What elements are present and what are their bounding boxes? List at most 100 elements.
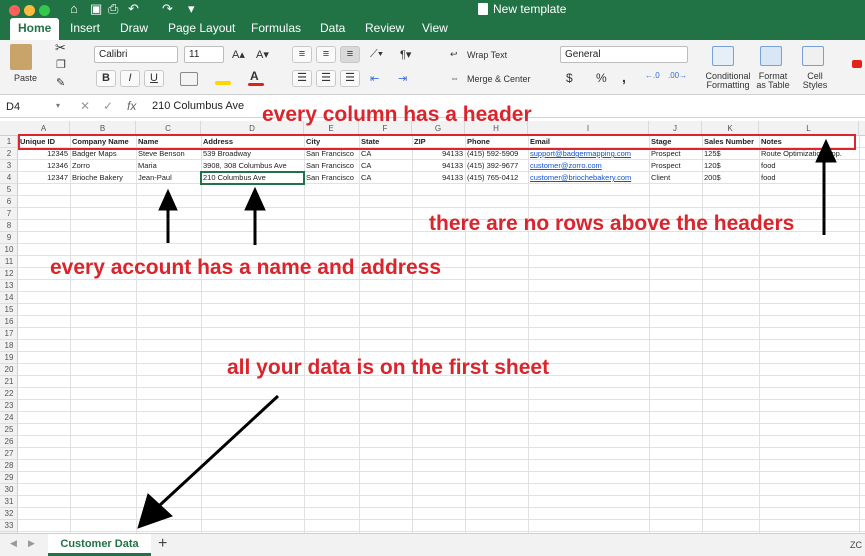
- font-name-select[interactable]: Calibri: [94, 46, 178, 63]
- row-header-29[interactable]: 29: [0, 472, 18, 484]
- table-cell[interactable]: CA: [359, 160, 412, 172]
- conditional-formatting-icon[interactable]: [712, 46, 734, 66]
- align-center-icon[interactable]: ☰: [316, 70, 336, 87]
- comma-button[interactable]: ,: [622, 69, 626, 85]
- formula-input[interactable]: 210 Columbus Ave: [152, 100, 244, 112]
- paste-icon[interactable]: [10, 44, 32, 70]
- row-header-11[interactable]: 11: [0, 256, 18, 268]
- row-header-9[interactable]: 9: [0, 232, 18, 244]
- row-header-23[interactable]: 23: [0, 400, 18, 412]
- wrap-text-button[interactable]: Wrap Text: [467, 50, 507, 60]
- row-header-14[interactable]: 14: [0, 292, 18, 304]
- copy-icon[interactable]: ❐: [56, 58, 66, 71]
- row-header-28[interactable]: 28: [0, 460, 18, 472]
- table-cell[interactable]: CA: [359, 172, 412, 184]
- row-header-6[interactable]: 6: [0, 196, 18, 208]
- row-header-17[interactable]: 17: [0, 328, 18, 340]
- row-header-2[interactable]: 2: [0, 148, 18, 160]
- tab-home[interactable]: Home: [10, 18, 60, 40]
- cell-styles-button[interactable]: Cell Styles: [801, 72, 829, 90]
- orientation-icon[interactable]: ⟋▾: [370, 48, 383, 61]
- row-header-13[interactable]: 13: [0, 280, 18, 292]
- table-cell[interactable]: 12346: [18, 160, 70, 172]
- tab-page-layout[interactable]: Page Layout: [168, 18, 235, 40]
- borders-icon[interactable]: [180, 72, 198, 86]
- enter-icon[interactable]: ✓: [103, 99, 113, 113]
- sheet-tab-customer-data[interactable]: Customer Data: [48, 534, 151, 556]
- minimize-window-icon[interactable]: [24, 5, 35, 16]
- fill-color-icon[interactable]: [215, 81, 231, 85]
- table-cell[interactable]: 94133: [412, 172, 465, 184]
- format-as-table-icon[interactable]: [760, 46, 782, 66]
- row-header-1[interactable]: 1: [0, 136, 18, 148]
- table-cell[interactable]: 12347: [18, 172, 70, 184]
- table-cell[interactable]: Zorro: [70, 160, 136, 172]
- conditional-formatting-button[interactable]: Conditional Formatting: [703, 72, 753, 90]
- increase-decimal-icon[interactable]: ←.0: [645, 71, 660, 80]
- home-icon[interactable]: ⌂: [70, 1, 78, 16]
- table-cell[interactable]: Brioche Bakery: [70, 172, 136, 184]
- merge-center-button[interactable]: Merge & Center: [467, 74, 531, 84]
- row-header-22[interactable]: 22: [0, 388, 18, 400]
- row-header-19[interactable]: 19: [0, 352, 18, 364]
- table-cell[interactable]: 94133: [412, 160, 465, 172]
- bold-button[interactable]: B: [96, 70, 116, 87]
- format-painter-icon[interactable]: ✎: [56, 76, 65, 89]
- font-color-icon[interactable]: A: [250, 69, 259, 83]
- row-header-32[interactable]: 32: [0, 508, 18, 520]
- row-header-5[interactable]: 5: [0, 184, 18, 196]
- format-as-table-button[interactable]: Format as Table: [755, 72, 791, 90]
- table-cell[interactable]: San Francisco: [304, 160, 359, 172]
- customize-toolbar-icon[interactable]: ▾: [188, 1, 195, 17]
- row-header-30[interactable]: 30: [0, 484, 18, 496]
- align-left-icon[interactable]: ☰: [292, 70, 312, 87]
- increase-indent-icon[interactable]: ⇥: [398, 72, 407, 85]
- cut-icon[interactable]: ✂: [55, 40, 66, 56]
- spreadsheet-grid[interactable]: ABCDEFGHIJKL 1 2 3 4 5 6 7 8 9 10 11 12 13 14 15 16 17 18…: [0, 121, 865, 533]
- table-cell[interactable]: food: [759, 172, 865, 184]
- insert-cells-icon[interactable]: [852, 60, 862, 68]
- decrease-indent-icon[interactable]: ⇤: [370, 72, 379, 85]
- table-cell[interactable]: San Francisco: [304, 172, 359, 184]
- redo-icon[interactable]: ↷: [162, 1, 173, 17]
- tab-draw[interactable]: Draw: [120, 18, 148, 40]
- selected-cell-d4[interactable]: [200, 171, 305, 185]
- row-header-16[interactable]: 16: [0, 316, 18, 328]
- row-header-8[interactable]: 8: [0, 220, 18, 232]
- save-icon[interactable]: ▣: [90, 1, 102, 17]
- tab-view[interactable]: View: [422, 18, 448, 40]
- currency-button[interactable]: $: [566, 71, 573, 85]
- add-sheet-icon[interactable]: +: [158, 535, 167, 553]
- table-cell[interactable]: customer@zorro.com: [528, 160, 649, 172]
- table-cell[interactable]: customer@briochebakery.com: [528, 172, 649, 184]
- row-header-15[interactable]: 15: [0, 304, 18, 316]
- name-box-dropdown-icon[interactable]: ▾: [56, 101, 60, 110]
- table-cell[interactable]: food: [759, 160, 865, 172]
- zoom-window-icon[interactable]: [39, 5, 50, 16]
- row-header-21[interactable]: 21: [0, 376, 18, 388]
- table-cell[interactable]: Maria: [136, 160, 201, 172]
- paragraph-icon[interactable]: ¶▾: [400, 48, 411, 61]
- underline-button[interactable]: U: [144, 70, 164, 87]
- tab-insert[interactable]: Insert: [70, 18, 100, 40]
- cell-styles-icon[interactable]: [802, 46, 824, 66]
- row-header-33[interactable]: 33: [0, 520, 18, 532]
- next-sheet-icon[interactable]: ▶: [28, 538, 35, 549]
- tab-review[interactable]: Review: [365, 18, 404, 40]
- table-cell[interactable]: Client: [649, 172, 702, 184]
- font-size-select[interactable]: 11: [184, 46, 224, 63]
- table-cell[interactable]: 200$: [702, 172, 759, 184]
- decrease-font-icon[interactable]: A▾: [256, 48, 269, 61]
- tab-formulas[interactable]: Formulas: [251, 18, 301, 40]
- row-header-12[interactable]: 12: [0, 268, 18, 280]
- row-header-24[interactable]: 24: [0, 412, 18, 424]
- table-cell[interactable]: Jean-Paul: [136, 172, 201, 184]
- align-middle-button[interactable]: ≡: [316, 46, 336, 63]
- prev-sheet-icon[interactable]: ◀: [10, 538, 17, 549]
- print-icon[interactable]: ⎙: [108, 1, 118, 17]
- row-header-18[interactable]: 18: [0, 340, 18, 352]
- table-cell[interactable]: Prospect: [649, 160, 702, 172]
- number-format-select[interactable]: General: [560, 46, 688, 63]
- row-header-10[interactable]: 10: [0, 244, 18, 256]
- table-cell[interactable]: (415) 392-9677: [465, 160, 528, 172]
